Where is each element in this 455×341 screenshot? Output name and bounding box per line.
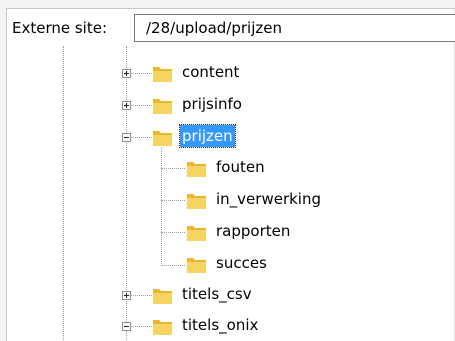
expand-prijsinfo-toggle[interactable] — [122, 101, 131, 110]
collapse-titels-onix-toggle[interactable] — [122, 322, 131, 331]
folder-icon — [153, 289, 172, 304]
remote-directory-tree: content prijsinfo prijzen fouten in_verw… — [0, 0, 455, 340]
tree-item-label-selected: prijzen — [179, 124, 236, 148]
plus-icon-stem — [126, 71, 127, 76]
collapse-prijzen-toggle[interactable] — [122, 133, 131, 142]
tree-item-label: in_verwerking — [216, 190, 321, 208]
expand-titels-csv-toggle[interactable] — [122, 291, 131, 300]
folder-icon — [187, 258, 206, 273]
folder-icon — [187, 162, 206, 177]
folder-icon — [187, 194, 206, 209]
minus-icon — [124, 137, 129, 138]
folder-icon — [187, 226, 206, 241]
tree-item-label: content — [182, 63, 240, 81]
tree-item-label: rapporten — [216, 222, 291, 240]
tree-line — [161, 265, 185, 266]
folder-icon — [153, 131, 172, 146]
plus-icon-stem — [126, 103, 127, 108]
tree-line — [161, 145, 162, 266]
tree-item-label: succes — [216, 254, 267, 272]
plus-icon-stem — [126, 293, 127, 298]
expand-content-toggle[interactable] — [122, 69, 131, 78]
tree-item-label: titels_csv — [182, 285, 252, 303]
minus-icon — [124, 326, 129, 327]
tree-item-label: prijsinfo — [182, 95, 242, 113]
tree-line — [161, 232, 185, 233]
tree-line — [161, 168, 185, 169]
tree-item-label: titels_onix — [182, 316, 259, 334]
tree-line — [63, 46, 64, 340]
tree-line — [161, 200, 185, 201]
folder-icon — [153, 67, 172, 82]
folder-icon — [153, 99, 172, 114]
tree-item-label: fouten — [216, 158, 265, 176]
folder-icon — [153, 320, 172, 335]
